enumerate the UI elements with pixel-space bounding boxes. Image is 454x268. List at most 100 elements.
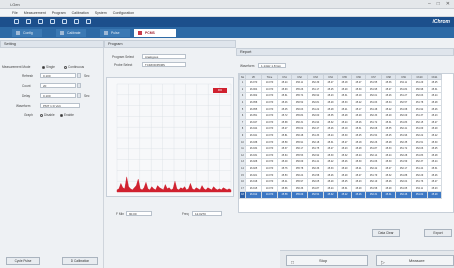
- table-row[interactable]: 8 26.944 10.070 45.27 455.62 452.47 45.26 45.19…: [239, 125, 442, 133]
- table-row[interactable]: 1 26.970 10.070 45.24 456.11 452.39 45.27 45.18…: [239, 79, 442, 87]
- table-cell: 451.29: [411, 79, 428, 87]
- table-cell: 45.32: [381, 171, 396, 179]
- chart-icon[interactable]: [62, 19, 67, 24]
- table-cell: 452.36: [307, 164, 324, 173]
- table-row[interactable]: 4 26.958 10.070 45.46 456.52 452.81 45.29 45.33…: [239, 98, 442, 107]
- mode-single-radio[interactable]: Single: [42, 65, 55, 69]
- mode-continuous-radio[interactable]: Continuous: [64, 65, 84, 69]
- cycle-pulse-button[interactable]: Cycle Pulse: [6, 257, 40, 265]
- table-row[interactable]: 14 26.925 10.070 45.76 455.78 452.36 45.33 45.2…: [239, 164, 442, 173]
- table-row[interactable]: 7 26.947 10.070 45.68 456.31 451.94 45.32 45.24…: [239, 118, 442, 127]
- export-icon[interactable]: [86, 19, 91, 24]
- table-row[interactable]: 16 26.918 10.070 45.41 455.97 452.05 45.29 45.2…: [239, 177, 442, 186]
- calibration-button[interactable]: D Calibration: [62, 257, 98, 265]
- menu-calibration[interactable]: Calibration: [72, 11, 89, 15]
- table-row[interactable]: 15 26.921 10.070 45.53 456.24 451.58 45.26 45.2…: [239, 171, 442, 179]
- delay-input[interactable]: 0.100: [40, 93, 76, 98]
- probe-select-dropdown[interactable]: TCD/FID/PDMS: [142, 62, 186, 67]
- grid-icon[interactable]: [26, 19, 31, 24]
- close-button[interactable]: ✕: [446, 1, 450, 7]
- menu-system[interactable]: System: [95, 11, 107, 15]
- table-cell: 45.24: [427, 158, 442, 166]
- table-cell: 452.11: [411, 184, 428, 193]
- menu-measurement[interactable]: Measurement: [24, 11, 46, 15]
- table-cell: 451.65: [395, 184, 412, 193]
- radio-on-icon: [60, 113, 63, 117]
- table-row[interactable]: 2 26.964 10.070 45.93 455.26 451.17 45.25 45.29…: [239, 85, 442, 94]
- table-row[interactable]: 10 26.938 10.070 45.59 455.91 452.18 45.31 45.2…: [239, 138, 442, 146]
- table-cell: 45.17: [351, 105, 366, 113]
- table-row[interactable]: 3 26.962 10.070 45.61 455.74 450.92 45.23 45.31…: [239, 92, 442, 100]
- table-cell: 45.31: [381, 118, 396, 127]
- folder-icon[interactable]: [74, 19, 79, 24]
- tab-calibrate[interactable]: Calibrate: [56, 29, 86, 37]
- table-cell: 45.32: [323, 191, 338, 199]
- table-cell: 455.74: [291, 92, 308, 100]
- refresh-input[interactable]: 0.100: [40, 73, 76, 78]
- waveform-field[interactable]: PMT 1 D Volt: [40, 103, 80, 108]
- table-row[interactable]: 17 26.915 10.070 45.66 456.36 451.87 45.24 45.3…: [239, 184, 442, 193]
- tab-pulse[interactable]: Pulse: [100, 29, 130, 37]
- program-select-label: Program Select: [112, 55, 134, 59]
- count-spinner[interactable]: [77, 83, 81, 88]
- fmin-field[interactable]: 90.00: [126, 211, 152, 216]
- tab-calibrate-label: Calibrate: [67, 31, 81, 35]
- table-cell: 451.75: [307, 144, 324, 153]
- table-row[interactable]: 13 26.928 10.070 45.49 456.69 451.41 45.22 45.2…: [239, 158, 442, 166]
- probe-select-label: Probe Select: [114, 63, 133, 67]
- export-button[interactable]: Export: [424, 229, 452, 237]
- table-cell: 452.47: [307, 125, 324, 133]
- table-cell: 45.26: [381, 92, 396, 100]
- table-cell: 45.25: [351, 131, 366, 140]
- table-cell: 10.070: [261, 85, 278, 94]
- radio-off-icon: [40, 113, 43, 117]
- table-row[interactable]: 6 26.951 10.070 45.72 455.84 452.60 45.35 45.28…: [239, 111, 442, 120]
- table-cell: 45.76: [277, 164, 292, 173]
- table-cell: 45.49: [277, 158, 292, 166]
- table-cell: 452.03: [411, 92, 428, 100]
- refresh-spinner[interactable]: [77, 73, 81, 78]
- table-cell: 456.11: [291, 79, 308, 87]
- home-icon[interactable]: [14, 19, 19, 24]
- table-cell: 45.22: [323, 158, 338, 166]
- table-cell: 45.26: [323, 171, 338, 179]
- table-cell: 45.25: [427, 79, 442, 87]
- table-row[interactable]: 9 26.941 10.070 45.81 456.48 451.33 45.24 45.30…: [239, 131, 442, 140]
- table-cell: 45.22: [337, 191, 352, 199]
- report-waveform-field[interactable]: 1.14Hz 1.8 Gm: [258, 63, 286, 68]
- table-cell: 45.31: [337, 92, 352, 100]
- table-cell: 45.27: [323, 144, 338, 153]
- table-cell: 10.070: [261, 105, 278, 113]
- table-cell: 45.32: [337, 151, 352, 160]
- table-row[interactable]: 5 26.955 10.070 45.45 456.03 451.22 45.28 45.21…: [239, 105, 442, 113]
- minimize-button[interactable]: –: [428, 1, 431, 7]
- stop-button[interactable]: □ Stop: [286, 255, 368, 266]
- data-clear-button[interactable]: Data Clear: [372, 229, 400, 237]
- table-cell: 45.26: [351, 118, 366, 127]
- maximize-button[interactable]: □: [437, 1, 440, 7]
- freq-field[interactable]: 12.0270: [192, 211, 222, 216]
- table-row[interactable]: 18 26.912 10.070 45.58 455.69 452.54 45.32 45.2…: [239, 191, 442, 199]
- table-row[interactable]: 11 26.934 10.070 45.37 456.17 451.75 45.27 45.2…: [239, 144, 442, 153]
- table-cell: 10.070: [261, 98, 278, 107]
- menu-configuration[interactable]: Configuration: [113, 11, 134, 15]
- table-cell: 45.30: [381, 158, 396, 166]
- tab-config[interactable]: Config: [12, 29, 42, 37]
- edit-icon[interactable]: [38, 19, 43, 24]
- delay-spinner[interactable]: [77, 93, 81, 98]
- table-row[interactable]: 12 26.931 10.070 45.64 455.53 452.92 45.30 45.3…: [239, 151, 442, 160]
- measure-button[interactable]: ▷ Measure: [376, 255, 454, 266]
- table-cell: 452.37: [411, 158, 428, 166]
- table-cell: 45.29: [427, 125, 442, 133]
- tab-pcms[interactable]: PCMS: [134, 29, 176, 37]
- print-icon[interactable]: [50, 19, 55, 24]
- table-cell: 451.87: [307, 184, 324, 193]
- menu-program[interactable]: Program: [52, 11, 66, 15]
- graph-disable-radio[interactable]: Disable: [40, 113, 55, 117]
- menu-file[interactable]: File: [12, 11, 18, 15]
- program-select-dropdown[interactable]: Analogous: [142, 54, 186, 59]
- graph-enable-radio[interactable]: Enable: [60, 113, 74, 117]
- table-cell: 45.24: [337, 118, 352, 127]
- count-input[interactable]: 20: [40, 83, 76, 88]
- count-label: Count: [22, 84, 31, 88]
